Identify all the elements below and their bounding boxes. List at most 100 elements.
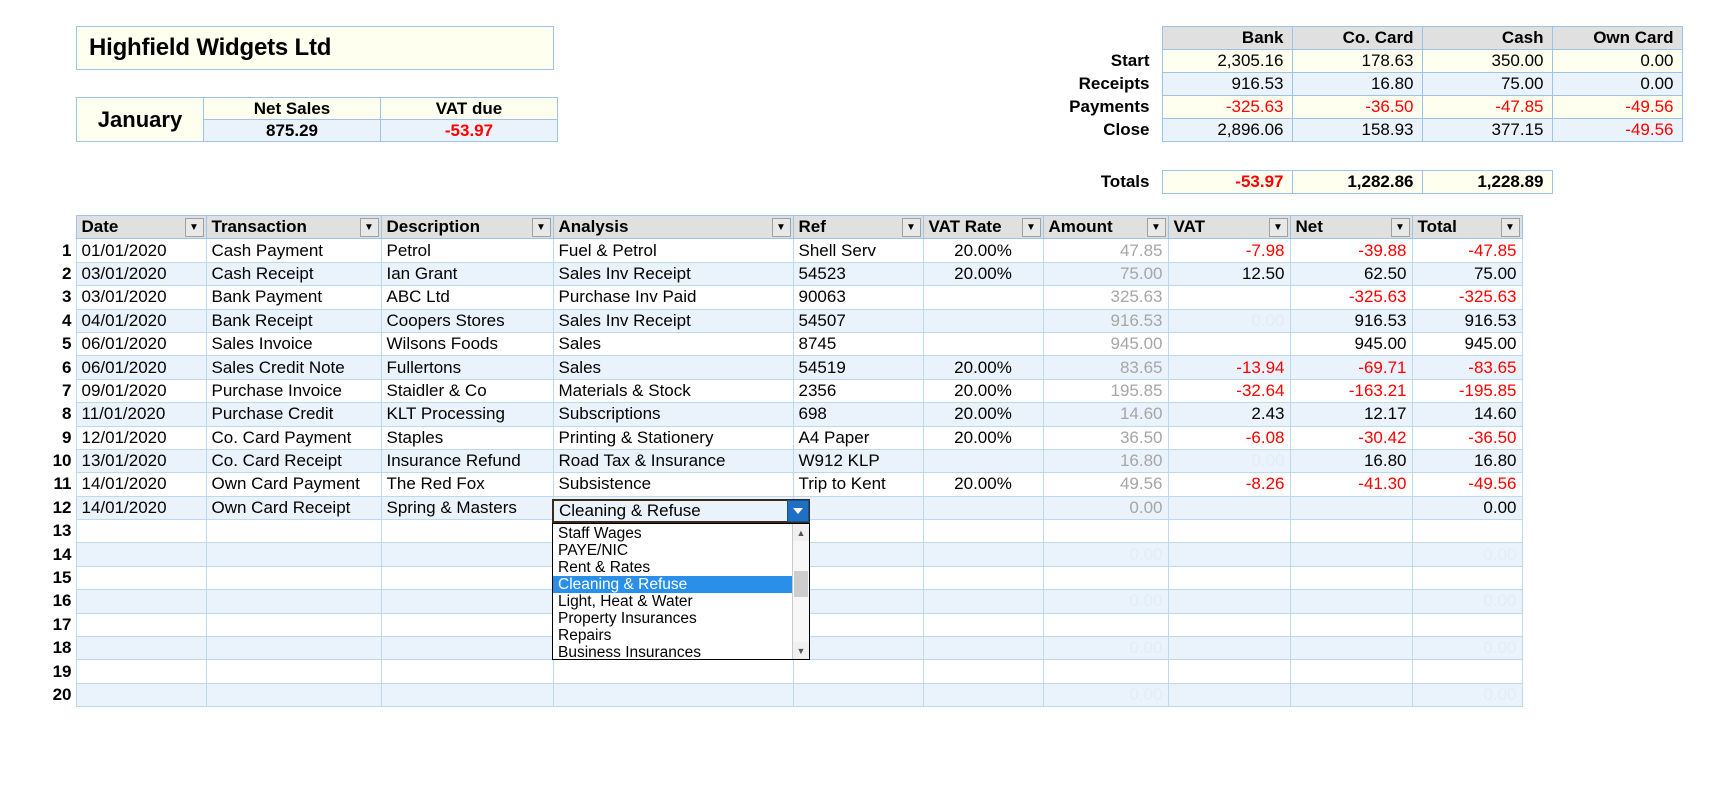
grid-cell-vat[interactable] (1167, 496, 1291, 521)
grid-cell-net[interactable]: -325.63 (1289, 285, 1413, 310)
grid-cell-total[interactable]: 0.00 (1411, 636, 1523, 661)
grid-cell-vat-rate[interactable]: 20.00% (922, 238, 1044, 263)
grid-cell-vat-rate[interactable] (922, 449, 1044, 474)
grid-cell-date[interactable] (75, 519, 207, 544)
grid-cell-vat[interactable] (1167, 659, 1291, 684)
grid-cell-net[interactable] (1289, 496, 1413, 521)
grid-cell-ref[interactable] (792, 519, 924, 544)
grid-cell-amount[interactable]: 916.53 (1042, 309, 1169, 333)
column-header-description[interactable]: Description ▼ (380, 214, 554, 240)
grid-cell-vat-rate[interactable] (922, 566, 1044, 591)
table-row[interactable]: 8 11/01/2020 Purchase Credit KLT Processing… (0, 402, 1523, 427)
filter-dropdown-icon[interactable]: ▼ (771, 218, 791, 237)
grid-cell-net[interactable] (1289, 542, 1413, 567)
grid-cell-date[interactable] (75, 589, 207, 614)
grid-cell-vat-rate[interactable] (922, 519, 1044, 544)
grid-cell-ref[interactable]: Trip to Kent (792, 472, 924, 497)
grid-cell-description[interactable]: Spring & Masters (380, 496, 554, 521)
grid-cell-ref[interactable] (792, 613, 924, 638)
grid-cell-analysis[interactable] (552, 683, 794, 708)
column-header-vat[interactable]: VAT ▼ (1167, 214, 1291, 240)
filter-dropdown-icon[interactable]: ▼ (1021, 218, 1041, 237)
grid-cell-vat-rate[interactable]: 20.00% (922, 472, 1044, 497)
grid-cell-amount[interactable]: 0.00 (1042, 636, 1169, 661)
grid-cell-amount[interactable]: 49.56 (1042, 472, 1169, 497)
analysis-cell-editor[interactable]: Cleaning & Refuse (552, 499, 810, 523)
filter-dropdown-icon[interactable]: ▼ (1268, 218, 1288, 237)
grid-cell-net[interactable]: 12.17 (1289, 402, 1413, 427)
filter-dropdown-icon[interactable]: ▼ (359, 218, 379, 237)
grid-cell-date[interactable] (75, 613, 207, 638)
grid-cell-net[interactable]: 916.53 (1289, 309, 1413, 333)
grid-cell-amount[interactable]: 36.50 (1042, 426, 1169, 450)
grid-cell-total[interactable]: -325.63 (1411, 285, 1523, 310)
column-header-vat-rate[interactable]: VAT Rate ▼ (922, 214, 1044, 240)
grid-cell-date[interactable] (75, 566, 207, 591)
analysis-dropdown-button[interactable] (787, 500, 809, 522)
grid-cell-vat[interactable] (1167, 613, 1291, 638)
table-row[interactable]: 2 03/01/2020 Cash Receipt Ian Grant Sales In… (0, 262, 1523, 287)
grid-cell-description[interactable] (380, 589, 554, 614)
grid-cell-total[interactable] (1411, 659, 1523, 684)
grid-cell-amount[interactable]: 195.85 (1042, 379, 1169, 404)
grid-cell-vat-rate[interactable] (922, 332, 1044, 357)
dropdown-option[interactable]: Light, Heat & Water (553, 593, 792, 610)
table-row[interactable]: 9 12/01/2020 Co. Card Payment Staples Printi… (0, 426, 1523, 450)
grid-cell-net[interactable]: -30.42 (1289, 426, 1413, 450)
grid-cell-transaction[interactable]: Bank Payment (205, 285, 382, 310)
grid-cell-vat-rate[interactable] (922, 496, 1044, 521)
grid-cell-amount[interactable]: 0.00 (1042, 542, 1169, 567)
grid-cell-vat-rate[interactable]: 20.00% (922, 426, 1044, 450)
filter-dropdown-icon[interactable]: ▼ (1146, 218, 1166, 237)
grid-cell-date[interactable]: 14/01/2020 (75, 496, 207, 521)
grid-cell-ref[interactable] (792, 636, 924, 661)
grid-cell-description[interactable]: ABC Ltd (380, 285, 554, 310)
grid-cell-total[interactable]: 0.00 (1411, 496, 1523, 521)
grid-cell-total[interactable]: 75.00 (1411, 262, 1523, 287)
grid-cell-transaction[interactable] (205, 613, 382, 638)
grid-cell-vat-rate[interactable]: 20.00% (922, 355, 1044, 380)
grid-cell-total[interactable]: 0.00 (1411, 542, 1523, 567)
grid-cell-vat-rate[interactable]: 20.00% (922, 402, 1044, 427)
grid-cell-transaction[interactable] (205, 542, 382, 567)
grid-cell-total[interactable]: 16.80 (1411, 449, 1523, 474)
dropdown-option[interactable]: Property Insurances (553, 610, 792, 627)
grid-cell-vat-rate[interactable] (922, 309, 1044, 333)
grid-cell-vat-rate[interactable] (922, 285, 1044, 310)
grid-cell-amount[interactable]: 47.85 (1042, 238, 1169, 263)
scrollbar-thumb[interactable] (794, 571, 808, 597)
grid-cell-net[interactable] (1289, 683, 1413, 708)
grid-cell-date[interactable] (75, 542, 207, 567)
grid-cell-vat[interactable] (1167, 519, 1291, 544)
grid-cell-transaction[interactable] (205, 636, 382, 661)
grid-cell-total[interactable]: -47.85 (1411, 238, 1523, 263)
grid-cell-vat-rate[interactable]: 20.00% (922, 379, 1044, 404)
grid-cell-date[interactable] (75, 659, 207, 684)
table-row[interactable]: 11 14/01/2020 Own Card Payment The Red Fox S… (0, 472, 1523, 497)
filter-dropdown-icon[interactable]: ▼ (531, 218, 551, 237)
grid-cell-total[interactable]: 945.00 (1411, 332, 1523, 357)
scroll-down-icon[interactable]: ▼ (793, 642, 809, 659)
table-row[interactable]: 6 06/01/2020 Sales Credit Note Fullertons Sa… (0, 355, 1523, 380)
grid-cell-vat[interactable]: -32.64 (1167, 379, 1291, 404)
grid-cell-date[interactable]: 06/01/2020 (75, 355, 207, 380)
grid-cell-ref[interactable] (792, 659, 924, 684)
grid-cell-date[interactable]: 12/01/2020 (75, 426, 207, 450)
grid-cell-amount[interactable]: 0.00 (1042, 683, 1169, 708)
grid-cell-analysis[interactable]: Sales Inv Receipt (552, 262, 794, 287)
table-row[interactable]: 19 (0, 659, 1523, 684)
grid-cell-ref[interactable]: 698 (792, 402, 924, 427)
grid-cell-ref[interactable]: 8745 (792, 332, 924, 357)
table-row[interactable]: 7 09/01/2020 Purchase Invoice Staidler & Co… (0, 379, 1523, 404)
grid-cell-vat-rate[interactable] (922, 613, 1044, 638)
grid-cell-total[interactable]: -195.85 (1411, 379, 1523, 404)
grid-cell-vat[interactable]: -13.94 (1167, 355, 1291, 380)
filter-dropdown-icon[interactable]: ▼ (901, 218, 921, 237)
table-row[interactable]: 20 0.00 0.00 (0, 683, 1523, 708)
grid-cell-amount[interactable]: 325.63 (1042, 285, 1169, 310)
table-row[interactable]: 10 13/01/2020 Co. Card Receipt Insurance Re… (0, 449, 1523, 474)
grid-cell-transaction[interactable]: Sales Credit Note (205, 355, 382, 380)
grid-cell-ref[interactable] (792, 542, 924, 567)
grid-cell-vat-rate[interactable] (922, 683, 1044, 708)
grid-cell-date[interactable]: 11/01/2020 (75, 402, 207, 427)
